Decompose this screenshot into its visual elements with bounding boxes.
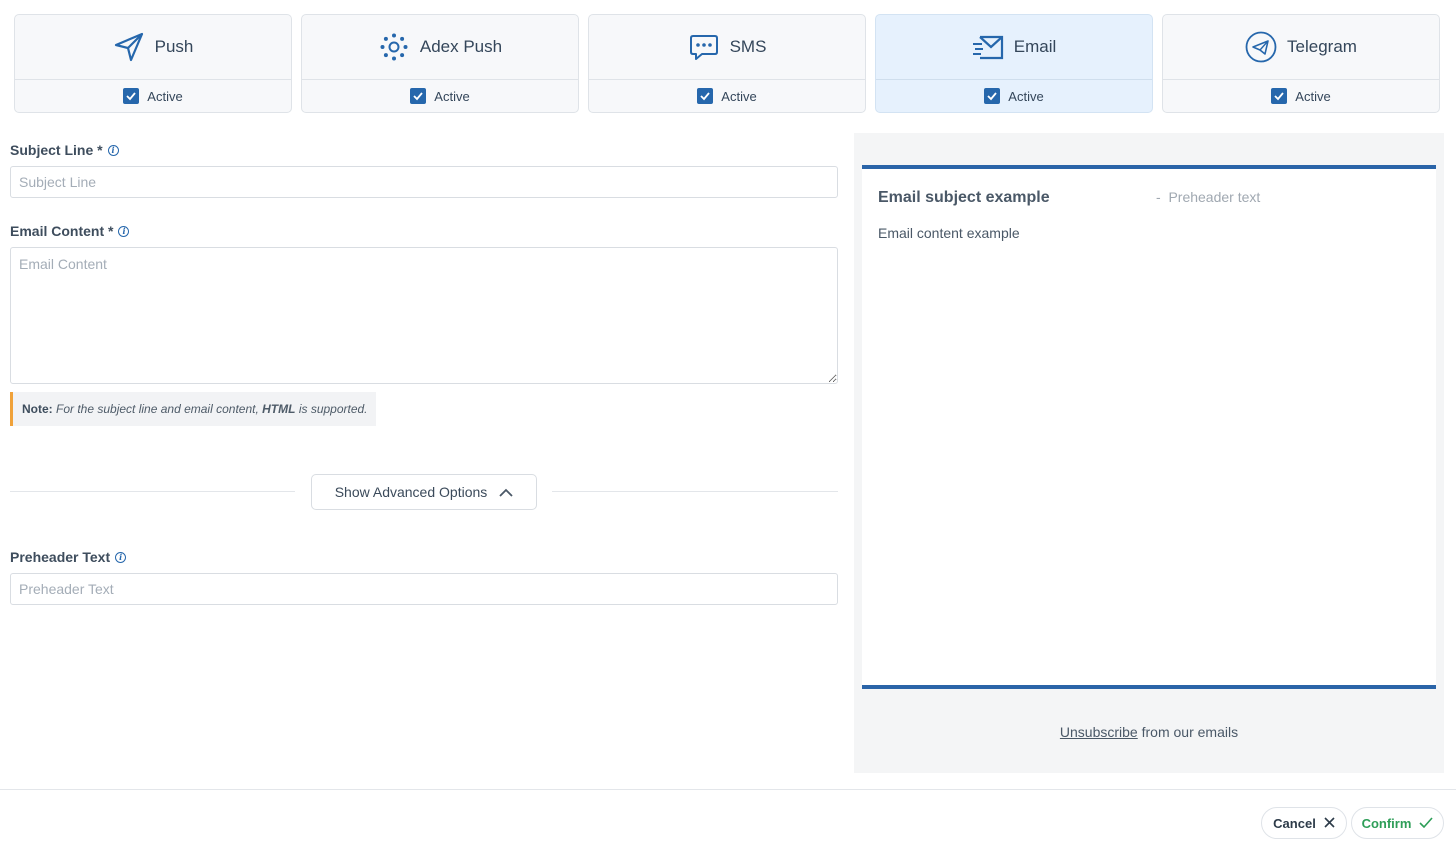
channel-name: Email	[1013, 37, 1057, 56]
channel-name: Push	[154, 37, 194, 56]
telegram-icon	[1245, 31, 1277, 63]
subject-label: Subject Line *	[10, 142, 103, 158]
active-checkbox[interactable]	[1271, 88, 1288, 104]
active-checkbox[interactable]	[410, 88, 427, 104]
unsubscribe-link[interactable]: Unsubscribe	[1060, 724, 1138, 740]
note-text-after: is supported.	[298, 402, 368, 416]
info-icon[interactable]: i	[115, 551, 127, 563]
active-label: Active	[1295, 88, 1331, 104]
divider	[10, 491, 295, 492]
close-icon	[1324, 816, 1335, 831]
note-highlight: HTML	[262, 402, 296, 416]
show-advanced-options-button[interactable]: Show Advanced Options	[311, 474, 537, 510]
unsubscribe-line: Unsubscribe from our emails	[854, 724, 1444, 740]
confirm-button[interactable]: Confirm	[1351, 807, 1444, 839]
info-icon[interactable]: i	[107, 144, 119, 156]
active-label: Active	[1008, 88, 1044, 104]
active-label: Active	[721, 88, 757, 104]
active-label: Active	[434, 88, 470, 104]
preview-preheader: - Preheader text	[1156, 189, 1260, 205]
active-checkbox[interactable]	[123, 88, 140, 104]
sparkle-icon	[378, 31, 410, 63]
checkmark-icon	[1419, 816, 1434, 831]
note-prefix: Note:	[22, 402, 53, 416]
preheader-separator: -	[1156, 189, 1161, 205]
preheader-label-row: Preheader Text i	[10, 549, 838, 565]
preheader-label: Preheader Text	[10, 549, 111, 565]
preview-content: Email content example	[878, 225, 1020, 241]
envelope-icon	[972, 31, 1004, 63]
dialog-footer: Cancel Confirm	[0, 789, 1456, 853]
divider	[552, 491, 838, 492]
channel-card-telegram[interactable]: Telegram Active	[1162, 14, 1440, 113]
preheader-input[interactable]	[10, 573, 838, 605]
cancel-button[interactable]: Cancel	[1261, 807, 1347, 839]
content-label-row: Email Content * i	[10, 223, 838, 239]
email-form: Subject Line * i Email Content * i Note:…	[10, 133, 838, 605]
preview-subject: Email subject example	[878, 189, 1050, 206]
email-preview: Email subject example - Preheader text E…	[854, 133, 1444, 773]
cancel-label: Cancel	[1273, 815, 1316, 831]
note-text-before: For the subject line and email content,	[56, 402, 259, 416]
channel-card-sms[interactable]: SMS Active	[588, 14, 866, 113]
info-icon[interactable]: i	[118, 225, 130, 237]
active-checkbox[interactable]	[984, 88, 1001, 104]
channel-card-push[interactable]: Push Active	[14, 14, 292, 113]
preheader-text: Preheader text	[1168, 189, 1261, 205]
paper-plane-icon	[113, 31, 145, 63]
confirm-label: Confirm	[1361, 815, 1412, 831]
html-note: Note: For the subject line and email con…	[10, 392, 376, 426]
channel-name: SMS	[729, 37, 767, 56]
unsubscribe-text: from our emails	[1141, 724, 1239, 740]
channel-name: Adex Push	[419, 37, 503, 56]
advanced-options-row: Show Advanced Options	[10, 474, 838, 510]
channel-card-adex-push[interactable]: Adex Push Active	[301, 14, 579, 113]
subject-input[interactable]	[10, 166, 838, 198]
channel-selector: Push Active Adex Push Active SMS Active …	[14, 14, 1440, 113]
preview-card: Email subject example - Preheader text E…	[862, 165, 1436, 689]
content-textarea[interactable]	[10, 247, 838, 384]
active-checkbox[interactable]	[697, 88, 714, 104]
channel-card-email[interactable]: Email Active	[875, 14, 1153, 113]
advanced-button-label: Show Advanced Options	[334, 484, 488, 500]
active-label: Active	[147, 88, 183, 104]
content-label: Email Content *	[10, 223, 114, 239]
subject-label-row: Subject Line * i	[10, 142, 838, 158]
channel-name: Telegram	[1287, 37, 1357, 56]
chat-bubble-icon	[688, 31, 720, 63]
chevron-up-icon	[499, 484, 513, 500]
